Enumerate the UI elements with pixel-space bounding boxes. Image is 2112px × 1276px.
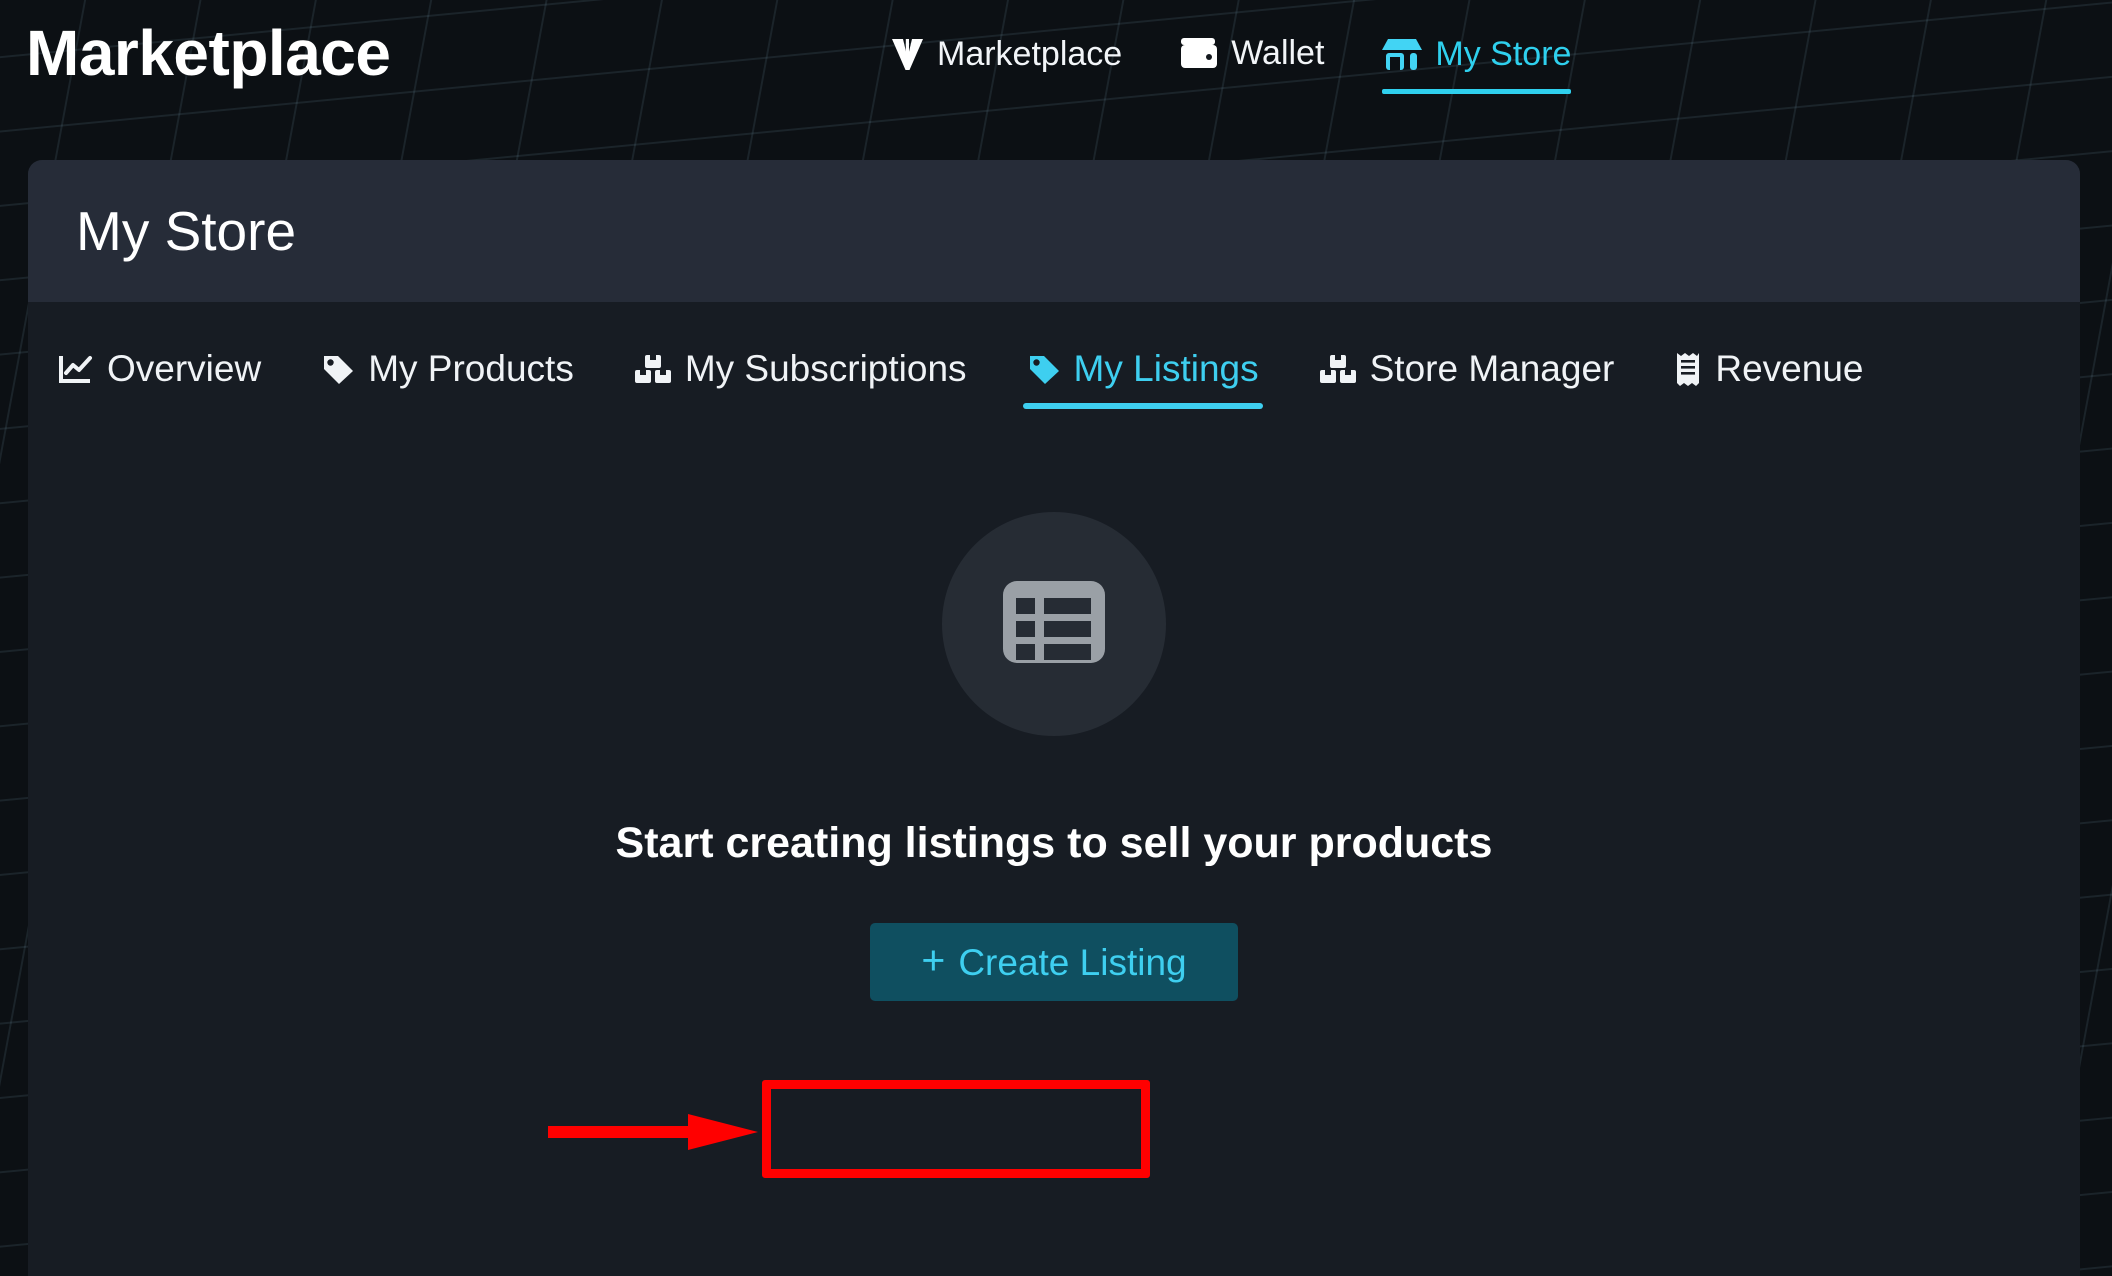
tab-my-products[interactable]: My Products bbox=[317, 350, 578, 409]
nav-item-wallet-label: Wallet bbox=[1231, 34, 1325, 72]
tab-my-subscriptions[interactable]: My Subscriptions bbox=[630, 350, 971, 409]
main-navigation: Marketplace Wallet My Store bbox=[890, 35, 1572, 94]
brand-title: Marketplace bbox=[26, 17, 391, 89]
boxes-icon bbox=[1319, 353, 1357, 385]
nav-item-my-store-label: My Store bbox=[1435, 35, 1572, 73]
nav-item-my-store[interactable]: My Store bbox=[1382, 35, 1572, 94]
card-header: My Store bbox=[28, 160, 2080, 302]
tab-revenue-label: Revenue bbox=[1715, 348, 1864, 389]
tab-my-products-label: My Products bbox=[368, 348, 574, 389]
tab-my-subscriptions-label: My Subscriptions bbox=[684, 348, 967, 389]
tab-store-manager[interactable]: Store Manager bbox=[1315, 350, 1619, 409]
create-listing-button[interactable]: + Create Listing bbox=[870, 923, 1238, 1001]
nav-item-marketplace[interactable]: Marketplace bbox=[890, 36, 1122, 94]
tab-store-manager-label: Store Manager bbox=[1369, 348, 1615, 389]
chart-line-icon bbox=[58, 353, 94, 385]
empty-state-icon-circle bbox=[942, 512, 1166, 736]
empty-state: Start creating listings to sell your pro… bbox=[28, 512, 2080, 1001]
store-tabs: Overview My Products My Subscriptions My… bbox=[28, 302, 2080, 409]
create-listing-button-label: Create Listing bbox=[958, 941, 1187, 983]
tab-overview[interactable]: Overview bbox=[54, 350, 265, 409]
app-root: Marketplace Marketplace Wallet My Store … bbox=[0, 0, 2112, 1276]
wallet-icon bbox=[1180, 37, 1218, 69]
plus-icon: + bbox=[921, 936, 946, 983]
tag-icon bbox=[321, 353, 355, 385]
marketplace-v-icon bbox=[890, 36, 924, 72]
empty-state-title: Start creating listings to sell your pro… bbox=[615, 819, 1493, 867]
tab-overview-label: Overview bbox=[107, 348, 262, 389]
tag-icon bbox=[1027, 353, 1061, 385]
tab-my-listings-label: My Listings bbox=[1073, 348, 1259, 389]
receipt-icon bbox=[1674, 352, 1702, 386]
store-icon bbox=[1382, 36, 1423, 72]
nav-active-underline bbox=[1382, 89, 1572, 94]
list-alt-icon bbox=[1002, 575, 1106, 674]
top-header: Marketplace Marketplace Wallet My Store bbox=[0, 0, 2112, 150]
tab-my-listings[interactable]: My Listings bbox=[1022, 348, 1263, 409]
tab-revenue[interactable]: Revenue bbox=[1670, 350, 1867, 409]
nav-item-marketplace-label: Marketplace bbox=[937, 35, 1123, 73]
page-title: My Store bbox=[76, 199, 297, 262]
nav-item-wallet[interactable]: Wallet bbox=[1180, 36, 1324, 92]
tab-active-underline bbox=[1022, 403, 1263, 409]
my-store-card: My Store Overview My Products My Subscri… bbox=[28, 160, 2080, 1276]
boxes-icon bbox=[634, 353, 672, 385]
